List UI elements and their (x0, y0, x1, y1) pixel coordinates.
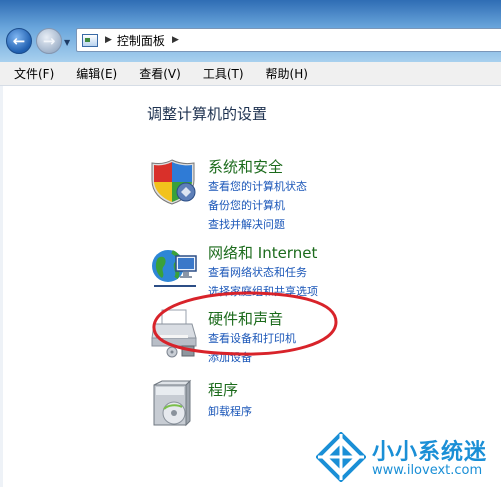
category-title-programs[interactable]: 程序 (208, 379, 238, 400)
link-backup-computer[interactable]: 备份您的计算机 (208, 197, 285, 213)
history-dropdown-icon[interactable]: ▼ (64, 38, 72, 47)
window-titlebar: ← → ▼ ▶ 控制面板 ▶ (0, 0, 501, 62)
watermark-url: www.ilovext.com (372, 463, 483, 478)
page-title: 调整计算机的设置 (147, 105, 268, 123)
breadcrumb-control-panel[interactable]: 控制面板 (117, 32, 165, 49)
link-troubleshoot[interactable]: 查找并解决问题 (208, 216, 285, 232)
watermark-logo-icon (316, 432, 366, 482)
back-button[interactable]: ← (6, 28, 32, 54)
link-uninstall-program[interactable]: 卸载程序 (208, 403, 252, 419)
watermark-name: 小小系统迷 (372, 440, 488, 465)
link-view-network-status[interactable]: 查看网络状态和任务 (208, 264, 307, 280)
menu-view[interactable]: 查看(V) (139, 65, 181, 82)
control-panel-icon (82, 33, 98, 47)
menu-edit[interactable]: 编辑(E) (76, 65, 117, 82)
breadcrumb-chevron-icon[interactable]: ▶ (105, 35, 112, 45)
content-left-border (0, 86, 3, 487)
programs-icon[interactable] (150, 379, 200, 429)
forward-arrow-icon: → (42, 32, 56, 50)
highlight-ellipse (152, 291, 338, 356)
back-arrow-icon: ← (12, 32, 26, 50)
address-bar[interactable]: ▶ 控制面板 ▶ (76, 28, 501, 52)
link-view-computer-status[interactable]: 查看您的计算机状态 (208, 178, 307, 194)
breadcrumb-chevron-icon[interactable]: ▶ (172, 35, 179, 45)
shield-icon[interactable] (150, 156, 200, 206)
watermark: 小小系统迷 www.ilovext.com (308, 432, 501, 487)
category-title-network-internet[interactable]: 网络和 Internet (208, 242, 317, 263)
menu-help[interactable]: 帮助(H) (266, 65, 308, 82)
forward-button[interactable]: → (36, 28, 62, 54)
menu-bar: 文件(F) 编辑(E) 查看(V) 工具(T) 帮助(H) (0, 62, 501, 86)
menu-file[interactable]: 文件(F) (14, 65, 54, 82)
network-globe-icon[interactable] (150, 242, 200, 292)
category-title-system-security[interactable]: 系统和安全 (208, 156, 283, 177)
menu-tools[interactable]: 工具(T) (203, 65, 244, 82)
